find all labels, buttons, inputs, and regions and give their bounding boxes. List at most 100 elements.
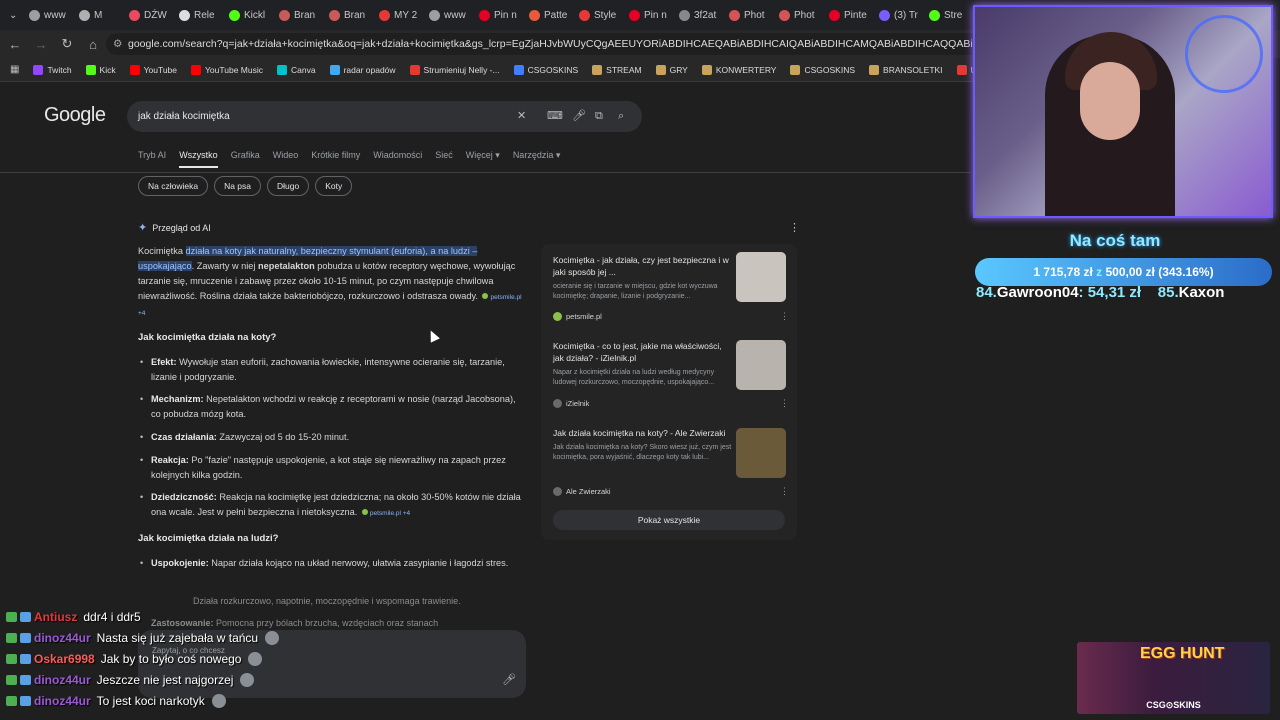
card-source: iZielnik [553,399,589,408]
browser-tab[interactable]: www [424,2,472,28]
bookmark-label: CSGOSKINS [804,64,856,75]
more-options-icon[interactable]: ⋮ [789,221,800,234]
search-input[interactable]: jak działa kocimiętka ✕ ⌨ 🎤︎ ⧉ ⌕ [127,101,642,132]
bookmark-item[interactable]: Canva [276,64,316,75]
tab-label: Kickl [244,9,266,21]
bookmark-item[interactable]: Twitch [33,64,72,75]
bullet-term: Reakcja: [151,455,189,465]
bookmark-item[interactable]: YouTube [129,64,177,75]
clear-icon[interactable]: ✕ [517,101,526,132]
browser-tab[interactable]: Stre [924,2,972,28]
chat-message: dinoz44ur Jeszcze nie jest najgorzej [6,673,255,687]
search-icon[interactable]: ⌕ [618,101,624,132]
refine-chip[interactable]: Długo [267,176,310,196]
source-link[interactable]: petsmile.pl +4 [360,509,410,517]
bookmark-item[interactable]: Strumieniuj Nelly -... [409,64,500,75]
refine-chip[interactable]: Koty [315,176,353,196]
lens-icon[interactable]: ⧉ [595,101,603,132]
bookmark-item[interactable]: KONWERTERY [701,64,776,75]
search-tab[interactable]: Wszystko [179,150,218,168]
bookmark-item[interactable]: CSGOSKINS [513,64,578,75]
card-title[interactable]: Kocimiętka - jak działa, czy jest bezpie… [553,254,733,278]
ticker-name: Kaxon [1178,284,1225,301]
home-icon[interactable]: ⌂ [82,37,104,52]
keyboard-icon[interactable]: ⌨ [547,101,563,132]
source-card[interactable]: Kocimiętka - co to jest, jakie ma właści… [553,332,789,408]
tab-favicon-icon [329,9,340,21]
bookmark-item[interactable]: GRY [655,64,688,75]
browser-tab[interactable]: MY 2 [374,2,422,28]
bookmark-item[interactable]: STREAM [592,64,642,75]
chat-username: dinoz44ur [34,631,91,645]
card-thumbnail [736,252,786,302]
browser-tab[interactable]: Pin n [474,2,522,28]
search-tab[interactable]: Więcej ▾ [466,150,500,168]
card-title[interactable]: Jak działa kocimiętka na koty? - Ale Zwi… [553,427,733,439]
apps-icon[interactable]: ▦ [10,64,19,75]
browser-tab[interactable]: Style [574,2,622,28]
browser-tab[interactable]: DŹW [124,2,172,28]
refine-chip[interactable]: Na psa [214,176,262,196]
bookmark-label: BRANSOLETKI [883,64,943,75]
search-tab[interactable]: Wideo [273,150,299,168]
browser-tab[interactable]: Rele [174,2,222,28]
tab-favicon-icon [229,9,240,21]
google-logo[interactable]: Google [44,104,106,127]
browser-tab[interactable]: Pin n [624,2,672,28]
source-card[interactable]: Kocimiętka - jak działa, czy jest bezpie… [553,244,789,321]
search-tab[interactable]: Narzędzia ▾ [513,150,561,168]
search-tab[interactable]: Grafika [231,150,260,168]
bookmark-item[interactable]: Kick [85,64,116,75]
tab-favicon-icon [179,9,190,21]
badge-icon [20,612,31,622]
browser-tab[interactable]: Bran [324,2,372,28]
show-all-button[interactable]: Pokaż wszystkie [553,510,785,530]
browser-tab[interactable]: (3) Tr [874,2,922,28]
search-tab[interactable]: Krótkie filmy [311,150,360,168]
bookmark-label: Kick [99,64,116,75]
card-more-icon[interactable]: ⋮ [780,398,789,409]
browser-tab[interactable]: Bran [274,2,322,28]
browser-tab[interactable]: Phot [724,2,772,28]
card-title[interactable]: Kocimiętka - co to jest, jakie ma właści… [553,340,733,364]
bookmark-item[interactable]: BRANSOLETKI [869,64,943,75]
tab-search-icon[interactable]: ⌄ [4,2,22,28]
browser-tab[interactable]: Phot [774,2,822,28]
card-more-icon[interactable]: ⋮ [780,311,789,322]
browser-tab[interactable]: www [24,2,72,28]
tab-favicon-icon [929,9,940,21]
bookmark-item[interactable]: YouTube Music [191,64,263,75]
site-info-icon[interactable]: ⚙ [113,33,122,55]
source-card[interactable]: Jak działa kocimiętka na koty? - Ale Zwi… [553,420,789,496]
bookmark-label: Strumieniuj Nelly -... [423,64,500,75]
browser-tab[interactable]: M [74,2,122,28]
list-item: Reakcja: Po "fazie" następuje uspokojeni… [140,453,523,483]
url-field[interactable]: ⚙ google.com/search?q=jak+działa+kocimię… [106,33,986,55]
chat-text: Jak by to było coś nowego [100,652,242,666]
list-item: Uspokojenie: Napar działa kojąco na ukła… [140,556,523,571]
badge-icon [6,654,17,664]
browser-tab[interactable]: Patte [524,2,572,28]
back-icon[interactable]: ← [4,37,26,52]
reload-icon[interactable]: ↻ [56,36,78,52]
search-tab[interactable]: Wiadomości [373,150,422,168]
tab-favicon-icon [29,9,40,21]
browser-tab[interactable]: 3f2at [674,2,722,28]
search-tab[interactable]: Sieć [435,150,453,168]
bookmark-icon [592,64,603,75]
forward-icon[interactable]: → [30,37,52,52]
card-more-icon[interactable]: ⋮ [780,486,789,497]
tab-label: Bran [294,9,316,21]
list-item: Mechanizm: Nepetalakton wchodzi w reakcj… [140,392,523,422]
bullet-term: Efekt: [151,357,177,367]
bookmark-item[interactable]: radar opadów [329,64,396,75]
mic-icon[interactable]: 🎤︎ [572,101,586,132]
bookmark-item[interactable]: CSGOSKINS [790,64,856,75]
search-tab[interactable]: Tryb AI [138,150,166,168]
refine-chip[interactable]: Na człowieka [138,176,209,196]
mic-icon[interactable]: 🎤︎ [502,673,516,686]
browser-tab[interactable]: Pinte [824,2,872,28]
browser-tab[interactable]: Kickl [224,2,272,28]
chat-username: Antiusz [34,610,78,624]
chat-message: dinoz44ur To jest koci narkotyk [6,694,226,708]
